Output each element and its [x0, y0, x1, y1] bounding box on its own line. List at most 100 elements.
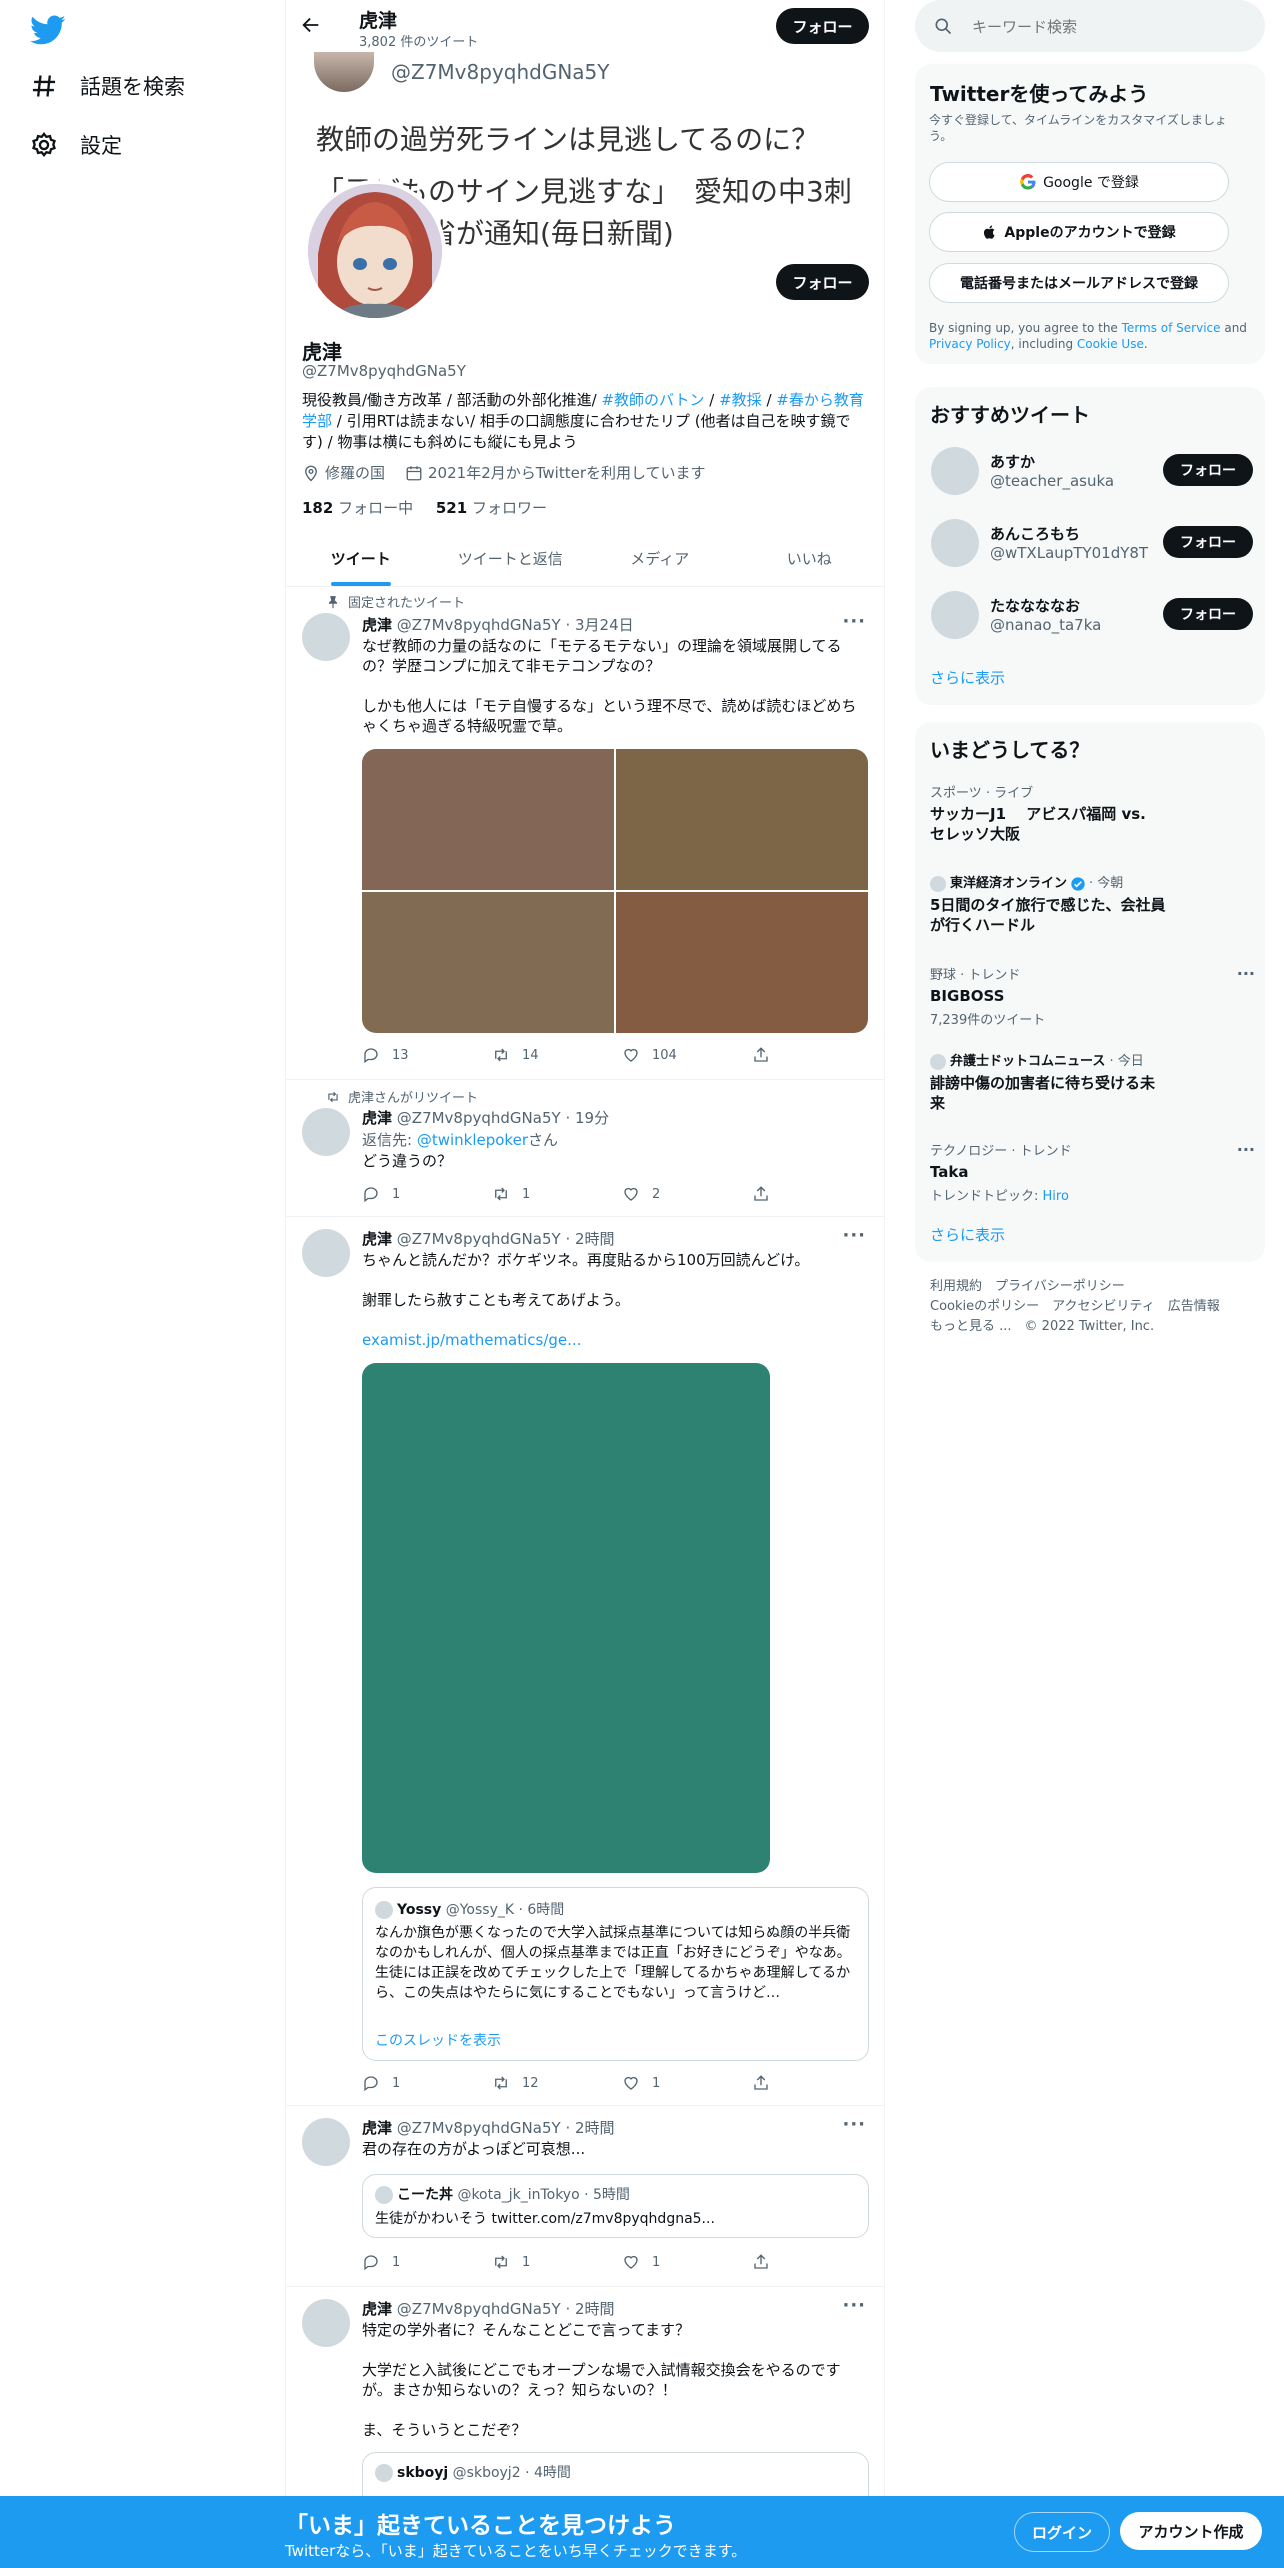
privacy-policy-link[interactable]: Privacy Policy — [929, 337, 1011, 351]
header-follow-button[interactable]: フォロー — [776, 8, 869, 44]
search-input[interactable] — [970, 14, 1244, 40]
back-arrow-icon[interactable] — [300, 14, 322, 36]
tweet-avatar[interactable] — [302, 2118, 350, 2166]
search-box[interactable] — [915, 0, 1265, 52]
tweet-avatar[interactable] — [302, 1108, 350, 1156]
tweet-avatar[interactable] — [302, 1229, 350, 1277]
tweet-quote[interactable]: 虎津 @Z7Mv8pyqhdGNa5Y · 2時間 ··· 君の存在の方がよっぽ… — [286, 2106, 884, 2287]
reply-button[interactable]: 1 — [362, 2253, 462, 2271]
tweet-time[interactable]: · 2時間 — [565, 2119, 614, 2137]
share-button[interactable] — [752, 2074, 782, 2092]
retweet-button[interactable]: 1 — [492, 2253, 592, 2271]
followers-link[interactable]: 521 フォロワー — [436, 499, 547, 517]
profile-follow-button[interactable]: フォロー — [776, 264, 869, 300]
trend-item[interactable]: 東洋経済オンライン · 今朝 5日間のタイ旅行で感じた、会社員 が行くハードル — [930, 872, 1250, 935]
tweet-image[interactable] — [362, 1363, 770, 1873]
quoted-tweet[interactable]: Yossy @Yossy_K · 6時間 なんか旗色が悪くなったので大学入試採点… — [362, 1887, 869, 2061]
bio-hashtag-link[interactable]: #教採 — [719, 391, 762, 409]
suggested-show-more-link[interactable]: さらに表示 — [930, 667, 1005, 688]
avatar[interactable] — [931, 519, 979, 567]
like-button[interactable]: 1 — [622, 2074, 722, 2092]
tweet-retweeted[interactable]: 虎津さんがリツイート 虎津 @Z7Mv8pyqhdGNa5Y · 19分 返信先… — [286, 1080, 884, 1217]
footer-cookie-link[interactable]: Cookieのポリシー — [930, 1299, 1039, 1314]
tweet-author-name[interactable]: 虎津 — [362, 1109, 392, 1127]
tweet-author-name[interactable]: 虎津 — [362, 616, 392, 634]
tweet-image[interactable] — [362, 892, 614, 1033]
show-thread-link[interactable]: このスレッドを表示 — [375, 2030, 501, 2050]
reply-to-link[interactable]: @twinklepoker — [417, 1131, 528, 1149]
trend-item[interactable]: スポーツ · ライブ サッカーJ1 アビスパ福岡 vs. セレッソ大阪 — [930, 782, 1250, 844]
footer-more-link[interactable]: もっと見る ... — [930, 1319, 1012, 1334]
nav-explore[interactable]: 話題を検索 — [30, 71, 185, 101]
trend-item[interactable]: 弁護士ドットコムニュース · 今日 誹謗中傷の加害者に待ち受ける未 来 — [930, 1050, 1250, 1113]
retweet-button[interactable]: 1 — [492, 1185, 592, 1203]
tweet-time[interactable]: · 3月24日 — [565, 616, 633, 634]
like-button[interactable]: 104 — [622, 1046, 722, 1064]
tweet-pinned[interactable]: 固定されたツイート 虎津 @Z7Mv8pyqhdGNa5Y · 3月24日 ··… — [286, 587, 884, 1080]
footer-privacy-link[interactable]: プライバシーポリシー — [995, 1279, 1125, 1294]
tweet-avatar[interactable] — [302, 2299, 350, 2347]
tweet-time[interactable]: · 19分 — [565, 1109, 609, 1127]
suggested-user[interactable]: あんころもち @wTXLaupTY01dY8T フォロー — [915, 507, 1265, 577]
tab-tweets-and-replies[interactable]: ツイートと返信 — [436, 533, 586, 586]
like-button[interactable]: 2 — [622, 1185, 722, 1203]
trends-show-more-link[interactable]: さらに表示 — [930, 1224, 1005, 1245]
following-link[interactable]: 182 フォロー中 — [302, 499, 413, 517]
trend-item[interactable]: テクノロジー · トレンド Taka トレンドトピック: Hiro ··· — [930, 1140, 1255, 1204]
reply-button[interactable]: 1 — [362, 1185, 462, 1203]
like-button[interactable]: 1 — [622, 2253, 722, 2271]
retweet-button[interactable]: 12 — [492, 2074, 592, 2092]
tab-likes[interactable]: いいね — [735, 533, 885, 586]
tweet-image-grid[interactable] — [362, 749, 868, 1033]
tweet-author-name[interactable]: 虎津 — [362, 2119, 392, 2137]
login-button[interactable]: ログイン — [1014, 2512, 1110, 2552]
tweet-time[interactable]: · 2時間 — [565, 1230, 614, 1248]
retweet-button[interactable]: 14 — [492, 1046, 592, 1064]
trend-topic-link[interactable]: Hiro — [1043, 1189, 1069, 1204]
tweet-image[interactable] — [616, 892, 868, 1033]
twitter-logo-icon[interactable] — [30, 12, 66, 48]
terms-of-service-link[interactable]: Terms of Service — [1122, 321, 1221, 335]
tab-tweets[interactable]: ツイート — [286, 533, 436, 586]
more-options-icon[interactable]: ··· — [842, 2295, 866, 2316]
avatar[interactable] — [931, 591, 979, 639]
tweet-image[interactable] — [616, 749, 868, 890]
cookie-use-link[interactable]: Cookie Use — [1077, 337, 1144, 351]
profile-avatar[interactable] — [304, 180, 446, 322]
reply-button[interactable]: 1 — [362, 2074, 462, 2092]
avatar[interactable] — [931, 447, 979, 495]
more-options-icon[interactable]: ··· — [842, 1225, 866, 1246]
quoted-tweet[interactable]: こーた丼 @kota_jk_inTokyo · 5時間 生徒がかわいそう twi… — [362, 2174, 869, 2238]
follow-button[interactable]: フォロー — [1163, 526, 1253, 558]
footer-terms-link[interactable]: 利用規約 — [930, 1279, 982, 1294]
phone-email-signup-button[interactable]: 電話番号またはメールアドレスで登録 — [929, 263, 1229, 303]
suggested-user[interactable]: あすか @teacher_asuka フォロー — [915, 435, 1265, 505]
nav-settings[interactable]: 設定 — [30, 130, 122, 160]
apple-signup-button[interactable]: Appleのアカウントで登録 — [929, 212, 1229, 252]
tweet-with-image[interactable]: 虎津 @Z7Mv8pyqhdGNa5Y · 2時間 ··· ちゃんと読んだか？ボ… — [286, 1217, 884, 2106]
reply-button[interactable]: 13 — [362, 1046, 462, 1064]
tweet-avatar[interactable] — [302, 613, 350, 661]
more-options-icon[interactable]: ··· — [842, 2114, 866, 2135]
suggested-user[interactable]: たななななお @nanao_ta7ka フォロー — [915, 579, 1265, 649]
tab-media[interactable]: メディア — [585, 533, 735, 586]
footer-ads-link[interactable]: 広告情報 — [1168, 1299, 1220, 1314]
bio-hashtag-link[interactable]: #教師のバトン — [601, 391, 704, 409]
more-options-icon[interactable]: ··· — [842, 611, 866, 632]
tweet-time[interactable]: · 2時間 — [565, 2300, 614, 2318]
tweet-image[interactable] — [362, 749, 614, 890]
trend-item[interactable]: 野球 · トレンド BIGBOSS 7,239件のツイート ··· — [930, 964, 1255, 1028]
footer-accessibility-link[interactable]: アクセシビリティ — [1052, 1299, 1155, 1314]
tweet-link[interactable]: examist.jp/mathematics/ge... — [362, 1330, 870, 1350]
more-options-icon[interactable]: ··· — [1237, 964, 1255, 983]
tweet-author-name[interactable]: 虎津 — [362, 2300, 392, 2318]
share-button[interactable] — [752, 2253, 782, 2271]
more-options-icon[interactable]: ··· — [1237, 1140, 1255, 1159]
share-button[interactable] — [752, 1185, 782, 1203]
google-signup-button[interactable]: Google で登録 — [929, 162, 1229, 202]
follow-button[interactable]: フォロー — [1163, 454, 1253, 486]
tweet-author-name[interactable]: 虎津 — [362, 1230, 392, 1248]
follow-button[interactable]: フォロー — [1163, 598, 1253, 630]
signup-button[interactable]: アカウント作成 — [1120, 2512, 1262, 2550]
share-button[interactable] — [752, 1046, 782, 1064]
